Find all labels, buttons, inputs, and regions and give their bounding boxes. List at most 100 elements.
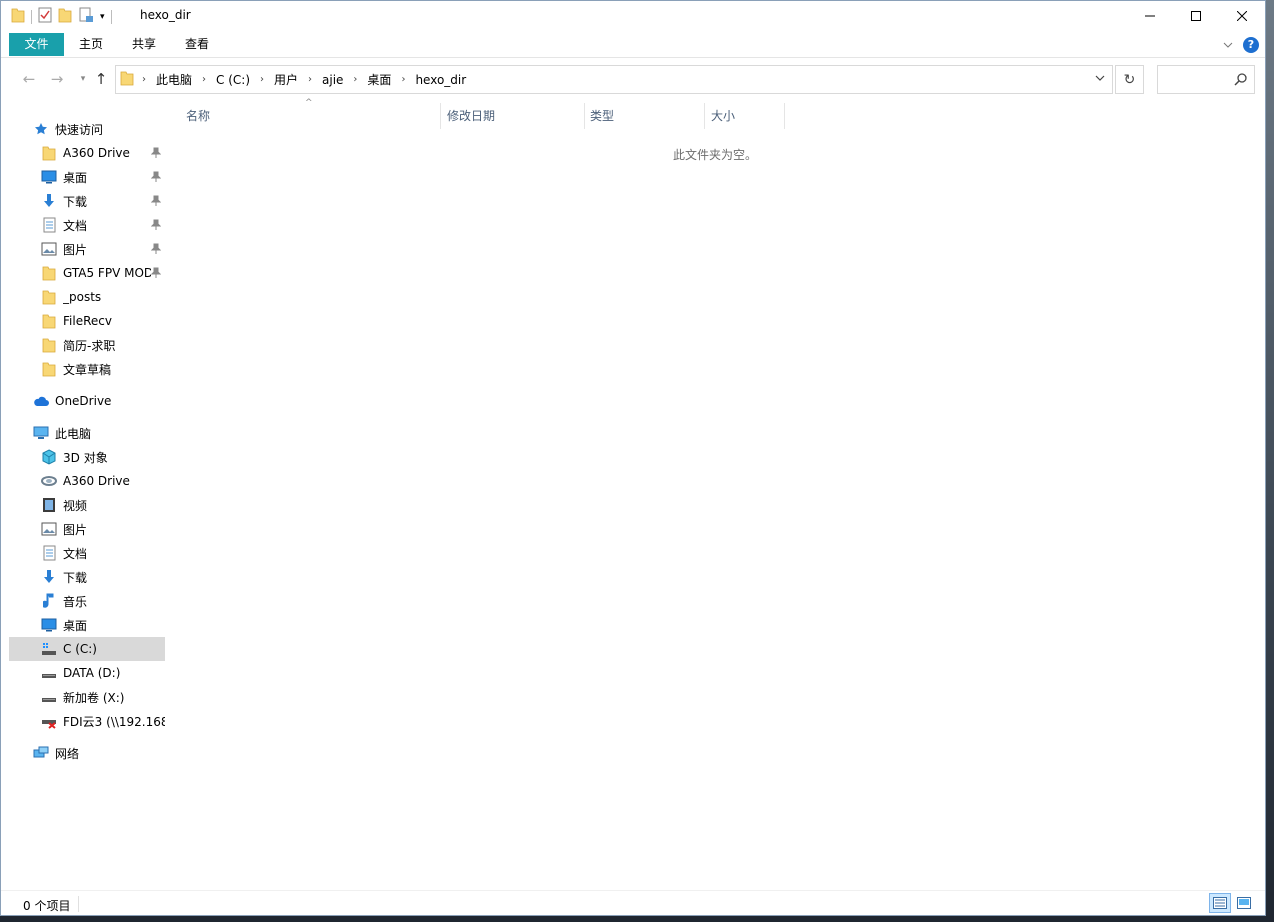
properties-icon[interactable] — [38, 7, 52, 26]
tab-view[interactable]: 查看 — [171, 33, 223, 56]
column-header-name[interactable]: 名称 — [180, 103, 440, 129]
empty-folder-message: 此文件夹为空。 — [672, 148, 757, 162]
system-drive-icon — [41, 641, 57, 657]
sidebar-item-label: 图片 — [63, 242, 88, 257]
tab-share[interactable]: 共享 — [118, 33, 170, 56]
sidebar-item-onedrive[interactable]: OneDrive — [33, 389, 189, 413]
sidebar-item[interactable]: 桌面 — [41, 613, 165, 637]
sidebar-item-network[interactable]: 网络 — [33, 741, 189, 765]
arrow-up-icon: ↑ — [94, 70, 108, 88]
chevron-down-icon[interactable]: ▾ — [100, 12, 105, 22]
maximize-button[interactable] — [1173, 1, 1219, 31]
new-folder-icon[interactable] — [58, 7, 72, 26]
details-view-button[interactable] — [1209, 893, 1231, 913]
sidebar-item[interactable]: 新加卷 (X:) — [41, 685, 165, 709]
close-button[interactable] — [1219, 1, 1265, 31]
network-drive-disconnected-icon — [41, 713, 57, 729]
pin-icon — [150, 147, 162, 161]
status-bar: 0 个项目 — [1, 890, 1265, 915]
sidebar-item[interactable]: 文章草稿 — [41, 357, 165, 381]
sidebar-item-label: FileRecv — [63, 314, 112, 328]
file-list[interactable]: ^ 名称 修改日期 类型 大小 此文件夹为空。 — [168, 98, 1256, 889]
large-icons-view-button[interactable] — [1233, 893, 1255, 913]
breadcrumb-item[interactable]: hexo_dir — [407, 73, 474, 87]
document-icon — [41, 217, 57, 233]
column-header-type[interactable]: 类型 — [584, 103, 704, 129]
pin-icon — [150, 195, 162, 209]
sidebar-item[interactable]: 图片 — [41, 517, 165, 541]
3d-objects-icon — [41, 449, 57, 465]
refresh-button[interactable]: ↻ — [1115, 65, 1144, 94]
pin-icon — [150, 171, 162, 185]
tab-file[interactable]: 文件 — [9, 33, 64, 56]
sidebar-item-label: 文章草稿 — [63, 362, 112, 377]
back-button[interactable]: ← — [19, 69, 39, 89]
drive-icon — [41, 689, 57, 705]
breadcrumb-item[interactable]: 此电脑 — [148, 71, 200, 88]
sidebar-item[interactable]: DATA (D:) — [41, 661, 165, 685]
breadcrumb-item[interactable]: C (C:) — [208, 73, 258, 87]
address-bar[interactable]: › 此电脑 › C (C:) › 用户 › ajie › 桌面 › hexo_d… — [115, 65, 1113, 94]
sidebar-item[interactable]: A360 Drive — [41, 469, 165, 493]
sidebar-item-quick-access[interactable]: 快速访问 — [33, 117, 189, 141]
download-icon — [41, 193, 57, 209]
forward-button[interactable]: → — [47, 69, 67, 89]
sidebar-item[interactable]: A360 Drive — [41, 141, 165, 165]
ribbon-tabs: 文件 主页 共享 查看 ? — [1, 31, 1265, 58]
sidebar-item[interactable]: 视频 — [41, 493, 165, 517]
sidebar-item[interactable]: GTA5 FPV MOD — [41, 261, 165, 285]
sidebar-item[interactable]: 文档 — [41, 213, 165, 237]
minimize-button[interactable] — [1127, 1, 1173, 31]
sidebar-item[interactable]: FileRecv — [41, 309, 165, 333]
sidebar-item-label: 音乐 — [63, 594, 88, 609]
sidebar-item-label: _posts — [63, 290, 102, 304]
breadcrumb-item[interactable]: 用户 — [266, 71, 306, 88]
chevron-right-icon[interactable]: › — [399, 74, 407, 85]
desktop-icon — [41, 169, 57, 185]
chevron-right-icon[interactable]: › — [351, 74, 359, 85]
sidebar-item[interactable]: 音乐 — [41, 589, 165, 613]
sidebar-item-label: A360 Drive — [63, 474, 130, 488]
sidebar-item[interactable]: 下载 — [41, 189, 165, 213]
sidebar-item[interactable]: 桌面 — [41, 165, 165, 189]
view-switcher — [1209, 893, 1255, 913]
breadcrumb-item[interactable]: ajie — [314, 73, 351, 87]
sidebar-item-this-pc[interactable]: 此电脑 — [33, 421, 189, 445]
sidebar-item-label: 此电脑 — [55, 426, 92, 441]
sidebar-item-label: OneDrive — [55, 394, 112, 408]
sidebar-item[interactable]: C (C:) — [9, 637, 165, 661]
document-icon — [41, 545, 57, 561]
address-history-dropdown[interactable] — [1094, 72, 1106, 87]
chevron-right-icon[interactable]: › — [258, 74, 266, 85]
breadcrumb-item[interactable]: 桌面 — [359, 71, 399, 88]
sidebar-item-label: DATA (D:) — [63, 666, 121, 680]
chevron-right-icon[interactable]: › — [306, 74, 314, 85]
vertical-scrollbar[interactable] — [1256, 100, 1265, 889]
network-icon — [33, 745, 49, 761]
column-header-size[interactable]: 大小 — [705, 103, 784, 129]
sidebar-item[interactable]: _posts — [41, 285, 165, 309]
search-icon[interactable] — [1234, 72, 1248, 89]
window-title: hexo_dir — [140, 8, 191, 22]
chevron-right-icon[interactable]: › — [200, 74, 208, 85]
sidebar-item[interactable]: 下载 — [41, 565, 165, 589]
column-header-date-modified[interactable]: 修改日期 — [441, 103, 584, 129]
sidebar-item[interactable]: 简历-求职 — [41, 333, 165, 357]
help-icon[interactable]: ? — [1243, 37, 1259, 53]
computer-icon — [33, 425, 49, 441]
address-row: ← → ▾ ↑ › 此电脑 › C (C:) › 用户 › ajie › 桌面 … — [1, 58, 1265, 100]
rename-icon[interactable] — [78, 7, 94, 26]
sidebar-item[interactable]: 文档 — [41, 541, 165, 565]
sidebar-item[interactable]: 3D 对象 — [41, 445, 165, 469]
up-button[interactable]: ↑ — [91, 69, 111, 89]
expand-ribbon-button[interactable] — [1223, 38, 1233, 52]
sidebar-item-label: 桌面 — [63, 618, 88, 633]
pin-icon — [150, 267, 162, 281]
recent-locations-button[interactable]: ▾ — [73, 69, 93, 89]
sidebar-item[interactable]: 图片 — [41, 237, 165, 261]
tab-home[interactable]: 主页 — [65, 33, 117, 56]
search-box[interactable] — [1157, 65, 1255, 94]
search-input[interactable] — [1158, 66, 1228, 93]
sidebar-item-label: 快速访问 — [55, 122, 104, 137]
sidebar-item[interactable]: FDI云3 (\\192.168. — [41, 709, 165, 733]
